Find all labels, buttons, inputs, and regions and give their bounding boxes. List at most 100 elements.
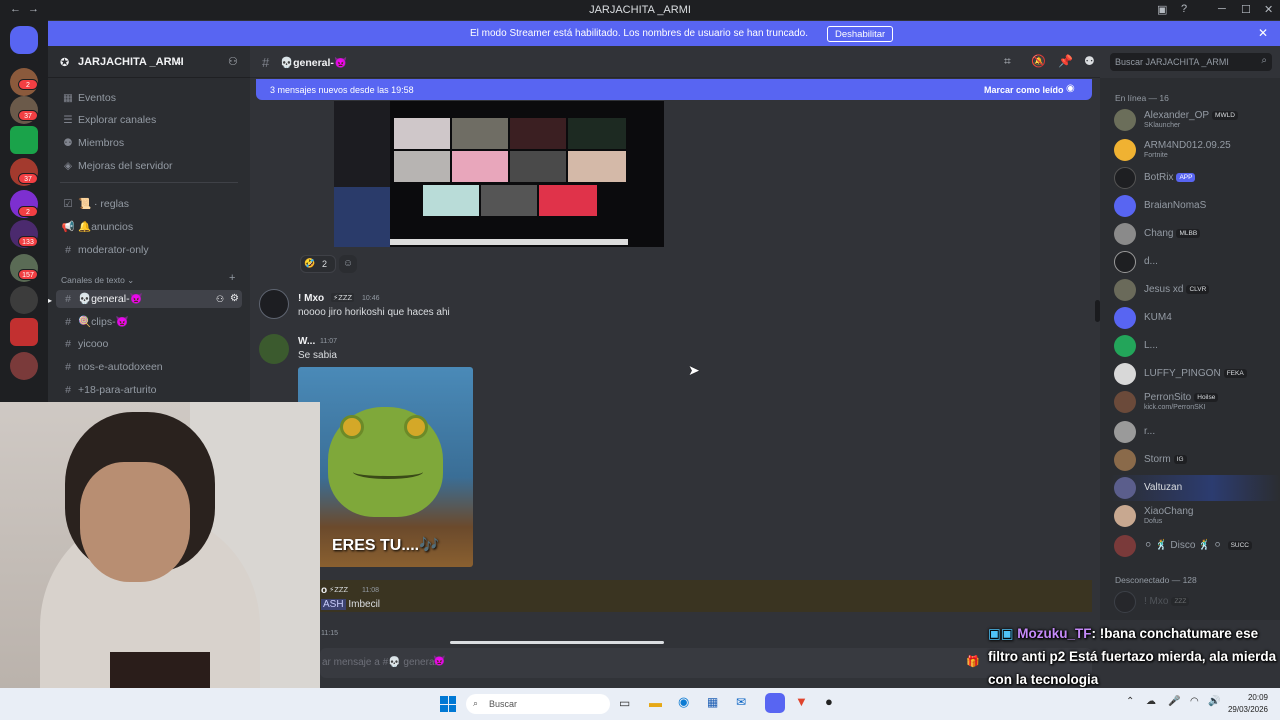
- user-tag: ⚡ZZZ: [331, 293, 355, 302]
- message-text: Se sabia: [298, 350, 337, 361]
- pin-icon[interactable]: 📌: [1058, 54, 1073, 68]
- avatar: [1114, 591, 1136, 613]
- message-author[interactable]: o: [321, 585, 327, 596]
- taskbar-date[interactable]: 29/03/2026: [1222, 705, 1268, 714]
- sidebar-item-events[interactable]: ▦ Eventos: [61, 89, 116, 107]
- reaction-pill[interactable]: 🤣 2: [300, 255, 336, 273]
- avatar: [1114, 421, 1136, 443]
- disable-streamer-button[interactable]: Deshabilitar: [827, 26, 894, 42]
- avatar: [1114, 251, 1136, 273]
- image-tile: [510, 118, 566, 149]
- help-icon[interactable]: ?: [1181, 3, 1187, 15]
- message-author[interactable]: W...: [298, 336, 315, 347]
- laugh-emoji-icon: 🤣: [304, 258, 316, 268]
- image-tile: [539, 185, 597, 216]
- frog-meme-image[interactable]: ERES TU....🎶: [298, 367, 473, 567]
- minimize-icon[interactable]: ─: [1218, 3, 1226, 15]
- channel-anuncios[interactable]: 📢 🔔anuncios: [61, 218, 133, 236]
- obs-icon[interactable]: ●: [825, 694, 833, 709]
- tray-icon[interactable]: ☁: [1146, 696, 1156, 707]
- calendar-icon: ▦: [63, 92, 73, 104]
- guild-header[interactable]: ✪ JARJACHITA _ARMI ⌄ ⚇: [48, 46, 250, 78]
- close-icon[interactable]: ✕: [1264, 3, 1273, 16]
- channel-moderator-only[interactable]: # moderator-only: [61, 241, 149, 259]
- add-channel-icon[interactable]: +: [229, 272, 235, 284]
- avatar: [1114, 391, 1136, 413]
- avatar: [1114, 363, 1136, 385]
- sidebar-item-members[interactable]: ⚉ Miembros: [61, 134, 124, 152]
- sidebar-item-boosts[interactable]: ◈ Mejoras del servidor: [61, 157, 173, 175]
- divider: [60, 182, 238, 183]
- microphone-icon[interactable]: 🎤: [1168, 696, 1180, 707]
- discord-taskbar-icon[interactable]: [765, 693, 785, 713]
- task-view-icon[interactable]: ▭: [619, 696, 630, 710]
- taskbar-time[interactable]: 20:09: [1222, 693, 1268, 702]
- channel-nos-e-autodoxeen[interactable]: # nos-e-autodoxeen: [61, 358, 163, 376]
- reaction-count: 2: [322, 259, 328, 269]
- unread-badge: 157: [18, 269, 38, 280]
- banner-text: El modo Streamer está habilitado. Los no…: [470, 28, 808, 39]
- threads-icon[interactable]: ⌗: [1004, 54, 1011, 69]
- new-messages-text: 3 mensajes nuevos desde las 19:58: [270, 85, 414, 95]
- brave-icon[interactable]: ▼: [795, 694, 808, 709]
- search-icon: ⌕: [473, 698, 479, 708]
- overlay-username: Mozuku_TF: [1017, 626, 1092, 641]
- avatar[interactable]: [259, 289, 289, 319]
- partial-image: [450, 641, 664, 644]
- message-timestamp: 11:07: [320, 338, 337, 345]
- mention[interactable]: ASH: [321, 599, 346, 610]
- taskbar: ⌕ Buscar ▭ ▬ ◉ ▦ ✉ ▼ ● ⌃ ☁ 🎤 ◠ 🔊 20:09 2…: [0, 688, 1280, 720]
- taskbar-search[interactable]: ⌕ Buscar: [466, 694, 610, 714]
- wifi-icon[interactable]: ◠: [1190, 696, 1199, 707]
- avatar: [1114, 279, 1136, 301]
- hash-icon: #: [65, 293, 71, 305]
- mark-read-icon: ◉: [1066, 83, 1075, 94]
- discord-home-icon[interactable]: [10, 26, 38, 54]
- channel-18[interactable]: # +18-para-arturito: [61, 381, 156, 399]
- browse-icon: ☰: [63, 114, 73, 126]
- server-icon[interactable]: [10, 286, 38, 314]
- category-text-channels[interactable]: Canales de texto ⌄: [61, 271, 134, 289]
- inbox-icon[interactable]: ▣: [1157, 3, 1167, 16]
- server-icon[interactable]: [10, 352, 38, 380]
- meme-caption: ERES TU....🎶: [331, 537, 440, 554]
- message-input[interactable]: ar mensaje a #💀 general- 👿 🎁: [320, 648, 1092, 678]
- store-icon[interactable]: ▦: [707, 695, 718, 709]
- sidebar-item-browse[interactable]: ☰ Explorar canales: [61, 111, 156, 129]
- close-icon[interactable]: ✕: [1258, 26, 1268, 40]
- volume-icon[interactable]: 🔊: [1208, 696, 1220, 707]
- gift-icon[interactable]: 🎁: [966, 655, 980, 668]
- channel-general[interactable]: # 💀general-👿 ⚇ ⚙: [56, 290, 242, 308]
- add-reaction-icon[interactable]: ☺: [339, 255, 357, 273]
- maximize-icon[interactable]: ☐: [1241, 3, 1251, 16]
- channel-yicooo[interactable]: # yicooo: [61, 335, 108, 353]
- gear-icon[interactable]: ⚙: [230, 290, 239, 308]
- outlook-icon[interactable]: ✉: [736, 695, 746, 709]
- server-icon[interactable]: [10, 126, 38, 154]
- webcam-overlay: [0, 402, 320, 720]
- edge-icon[interactable]: ◉: [678, 694, 689, 710]
- file-explorer-icon[interactable]: ▬: [649, 695, 662, 710]
- tray-chevron-icon[interactable]: ⌃: [1126, 696, 1134, 707]
- server-icon[interactable]: [10, 318, 38, 346]
- channel-reglas[interactable]: ☑ 📜 · reglas: [61, 195, 129, 213]
- taskbar-search-label: Buscar: [489, 699, 518, 709]
- bell-icon[interactable]: 🔕: [1031, 54, 1046, 68]
- windows-start-icon[interactable]: [440, 696, 456, 712]
- hash-icon: #: [65, 338, 71, 350]
- channel-clips[interactable]: # 🍭clips-👿: [61, 313, 129, 331]
- new-messages-bar[interactable]: 3 mensajes nuevos desde las 19:58 Marcar…: [256, 79, 1092, 100]
- overlay-badges-icon: ▣▣: [988, 626, 1014, 641]
- image-tile: [423, 185, 479, 216]
- avatar: [1114, 449, 1136, 471]
- invite-icon[interactable]: ⚇: [216, 290, 224, 308]
- announcement-icon: 📢: [61, 221, 75, 233]
- avatar[interactable]: [259, 334, 289, 364]
- message-author[interactable]: ! Mxo: [298, 293, 324, 304]
- attachment-image[interactable]: [334, 101, 664, 247]
- search-input[interactable]: Buscar JARJACHITA _ARMI ⌕: [1110, 53, 1272, 71]
- mark-read-button[interactable]: Marcar como leído: [984, 85, 1064, 95]
- members-icon[interactable]: ⚉: [1084, 54, 1095, 68]
- avatar: [1114, 223, 1136, 245]
- add-user-icon[interactable]: ⚇: [228, 55, 238, 68]
